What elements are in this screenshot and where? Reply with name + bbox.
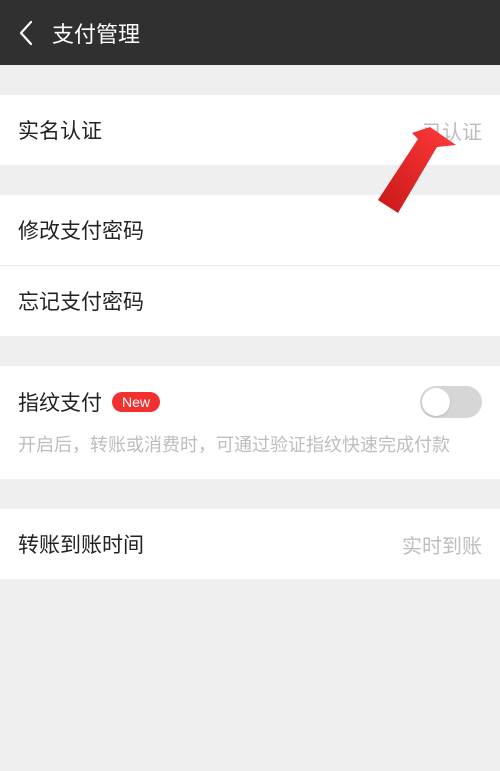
row-label: 实名认证 (18, 115, 102, 145)
fingerprint-hint: 开启后，转账或消费时，可通过验证指纹快速完成付款 (0, 428, 500, 479)
row-left: 指纹支付 New (18, 387, 160, 417)
row-forgot-password[interactable]: 忘记支付密码 (0, 265, 500, 336)
spacer (0, 165, 500, 195)
row-fingerprint-pay: 指纹支付 New (0, 366, 500, 428)
header: 支付管理 (0, 0, 500, 65)
row-label: 修改支付密码 (18, 215, 144, 245)
row-transfer-time[interactable]: 转账到账时间 实时到账 (0, 509, 500, 579)
toggle-knob (422, 388, 450, 416)
spacer (0, 65, 500, 95)
back-button[interactable] (12, 19, 40, 47)
row-modify-password[interactable]: 修改支付密码 (0, 195, 500, 265)
chevron-left-icon (18, 20, 34, 46)
row-label: 忘记支付密码 (18, 286, 144, 316)
fingerprint-toggle[interactable] (420, 386, 482, 418)
page-title: 支付管理 (52, 17, 140, 49)
row-value: 已认证 (422, 116, 482, 145)
spacer (0, 479, 500, 509)
row-realname-auth[interactable]: 实名认证 已认证 (0, 95, 500, 165)
new-badge: New (112, 392, 160, 412)
row-label: 转账到账时间 (18, 529, 144, 559)
row-value: 实时到账 (402, 530, 482, 559)
row-label: 指纹支付 (18, 387, 102, 417)
spacer (0, 336, 500, 366)
